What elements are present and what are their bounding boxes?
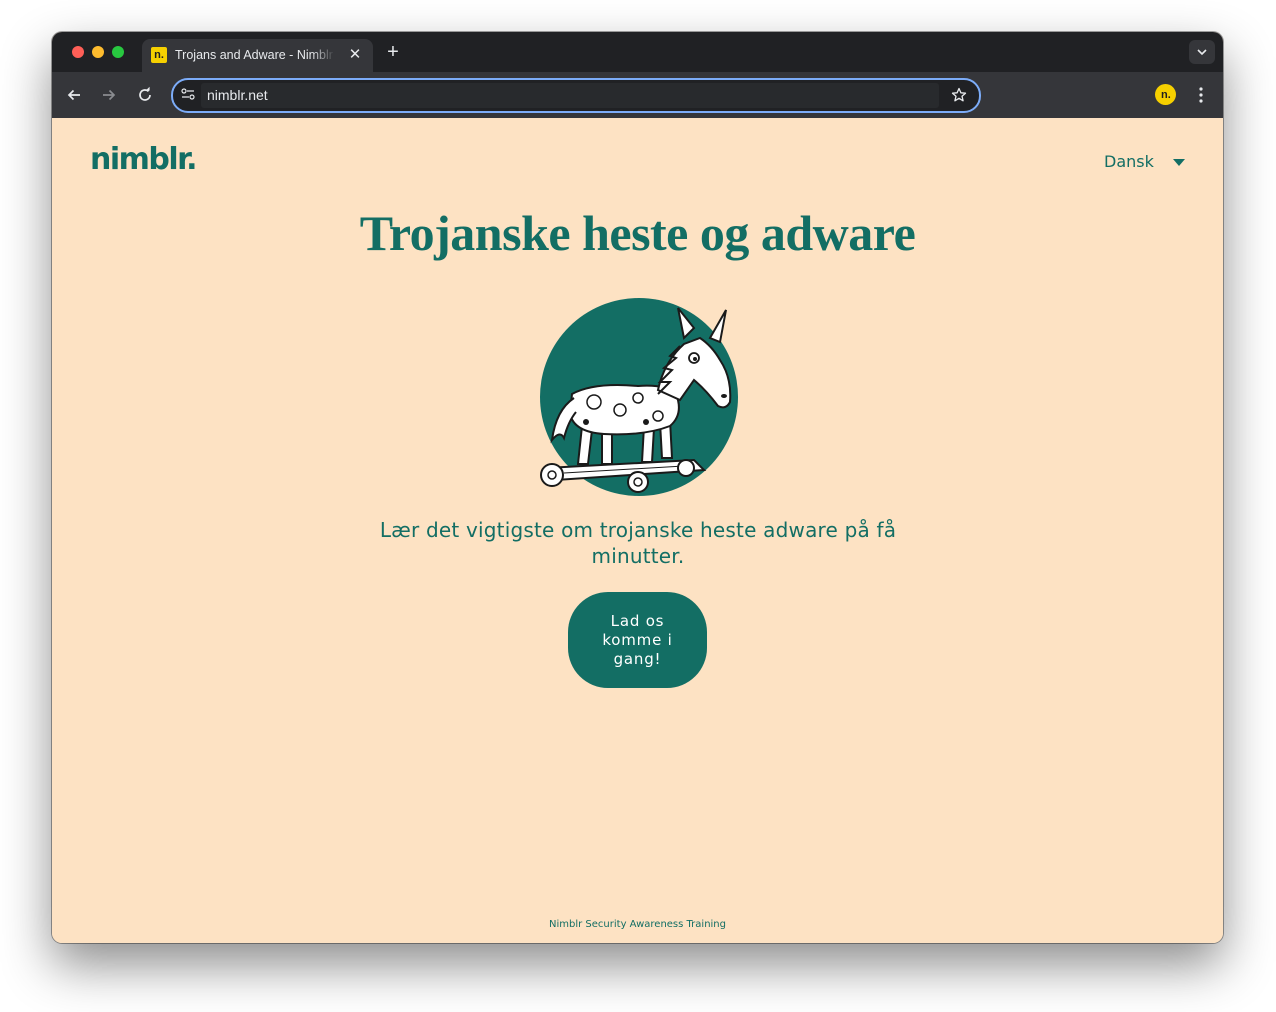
language-label: Dansk bbox=[1104, 152, 1154, 171]
page-title: Trojanske heste og adware bbox=[359, 205, 916, 261]
tab-strip: n. Trojans and Adware - Nimblr Security … bbox=[52, 32, 1223, 72]
back-arrow-icon[interactable] bbox=[63, 84, 85, 106]
site-settings-icon[interactable] bbox=[181, 88, 195, 100]
reload-icon[interactable] bbox=[134, 84, 156, 106]
language-selector[interactable]: Dansk bbox=[1104, 152, 1185, 171]
get-started-button[interactable]: Lad os komme i gang! bbox=[568, 592, 707, 688]
url-field[interactable]: nimblr.net bbox=[201, 83, 939, 108]
kebab-menu-icon[interactable] bbox=[1193, 84, 1209, 106]
browser-tab[interactable]: n. Trojans and Adware - Nimblr Security … bbox=[142, 39, 373, 72]
close-tab-icon[interactable]: ✕ bbox=[347, 47, 363, 63]
url-text: nimblr.net bbox=[207, 87, 268, 103]
caret-down-icon bbox=[1172, 159, 1185, 166]
bookmark-star-icon[interactable] bbox=[951, 87, 967, 103]
tab-title: Trojans and Adware - Nimblr Security Awa… bbox=[175, 48, 335, 62]
minimize-window-button[interactable] bbox=[92, 46, 104, 58]
browser-toolbar: nimblr.net n. bbox=[52, 72, 1223, 118]
profile-avatar[interactable]: n. bbox=[1155, 84, 1176, 105]
maximize-window-button[interactable] bbox=[112, 46, 124, 58]
address-bar[interactable]: nimblr.net bbox=[171, 78, 981, 113]
chevron-down-icon bbox=[1197, 49, 1207, 56]
browser-window: n. Trojans and Adware - Nimblr Security … bbox=[52, 32, 1223, 943]
nimblr-logo[interactable]: nimblr. bbox=[90, 142, 198, 177]
tab-search-button[interactable] bbox=[1189, 40, 1215, 64]
profile-initial: n. bbox=[1161, 89, 1171, 101]
page-content: nimblr. Dansk Trojanske heste og adware bbox=[52, 118, 1223, 943]
trojan-horse-illustration-icon bbox=[540, 298, 738, 496]
nimblr-favicon-icon: n. bbox=[151, 47, 167, 63]
forward-arrow-icon[interactable] bbox=[98, 84, 120, 106]
new-tab-button[interactable]: + bbox=[382, 41, 404, 63]
close-window-button[interactable] bbox=[72, 46, 84, 58]
page-subtitle: Lær det vigtigste om trojanske heste adw… bbox=[379, 518, 897, 568]
footer-text: Nimblr Security Awareness Training bbox=[549, 919, 726, 930]
